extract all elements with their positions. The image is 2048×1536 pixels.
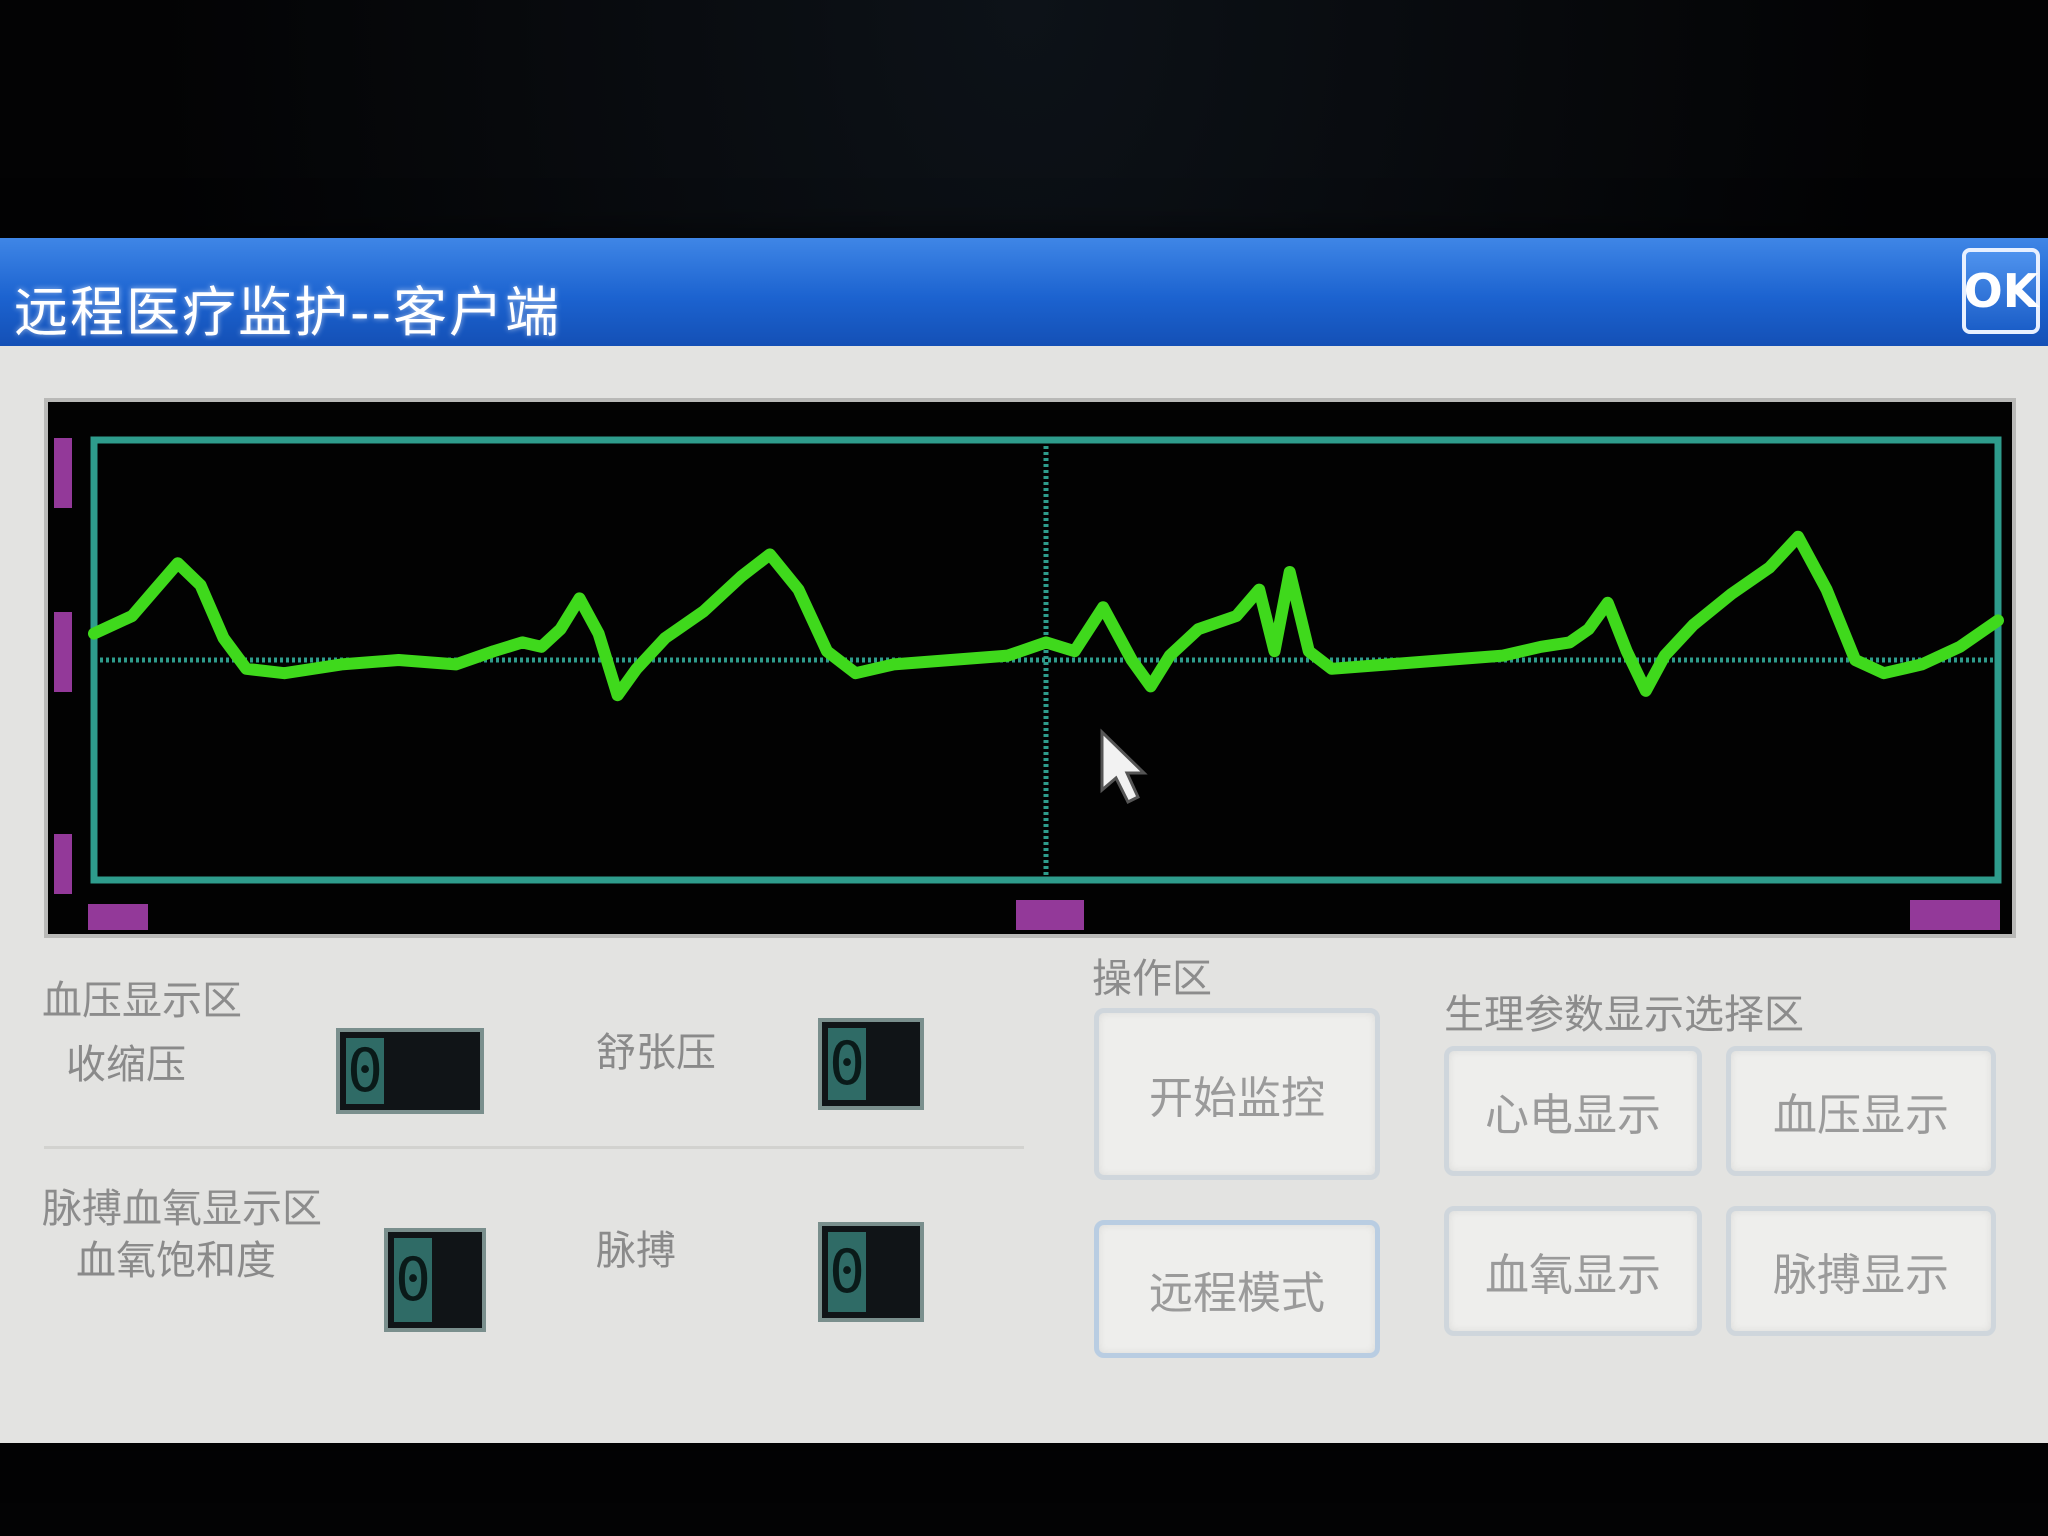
pulse-value-display: 0 — [818, 1222, 924, 1322]
axis-tick-marker — [1016, 900, 1084, 930]
window-title: 远程医疗监护--客户端 — [14, 281, 561, 344]
remote-mode-button[interactable]: 远程模式 — [1094, 1220, 1380, 1358]
bp-section-title: 血压显示区 — [42, 978, 242, 1024]
ecg-waveform-chart — [54, 436, 2004, 930]
start-monitoring-button[interactable]: 开始监控 — [1094, 1008, 1380, 1180]
axis-tick-marker — [1910, 900, 2000, 930]
diastolic-value-display: 0 — [818, 1018, 924, 1110]
diastolic-value: 0 — [828, 1028, 866, 1100]
app-window: 远程医疗监护--客户端 OK 血压显示区 收缩压 0 舒张压 0 脉搏血氧显示区… — [0, 238, 2048, 1443]
screen-frame: 远程医疗监护--客户端 OK 血压显示区 收缩压 0 舒张压 0 脉搏血氧显示区… — [0, 0, 2048, 1536]
axis-tick-marker — [88, 904, 148, 930]
axis-tick-marker — [54, 438, 72, 508]
systolic-value-display: 0 — [336, 1028, 484, 1114]
spo2-section-title: 脉搏血氧显示区 — [42, 1186, 322, 1232]
axis-tick-marker — [54, 834, 72, 894]
ecg-waveform-panel — [44, 398, 2016, 938]
operation-section-title: 操作区 — [1092, 956, 1212, 1002]
axis-tick-marker — [54, 612, 72, 692]
spo2-value: 0 — [394, 1238, 432, 1322]
spo2-value-display: 0 — [384, 1228, 486, 1332]
pulse-label: 脉搏 — [596, 1228, 676, 1274]
mouse-cursor-icon — [1100, 728, 1148, 805]
param-section-title: 生理参数显示选择区 — [1444, 992, 1804, 1038]
ok-button[interactable]: OK — [1962, 248, 2040, 334]
section-divider — [44, 1146, 1024, 1149]
bp-display-button[interactable]: 血压显示 — [1726, 1046, 1996, 1176]
title-bar: 远程医疗监护--客户端 OK — [0, 238, 2048, 346]
systolic-label: 收缩压 — [66, 1042, 186, 1088]
systolic-value: 0 — [346, 1036, 384, 1106]
pulse-value: 0 — [828, 1232, 866, 1312]
ecg-display-button[interactable]: 心电显示 — [1444, 1046, 1702, 1176]
spo2-display-button[interactable]: 血氧显示 — [1444, 1206, 1702, 1336]
spo2-label: 血氧饱和度 — [76, 1238, 276, 1284]
diastolic-label: 舒张压 — [596, 1030, 716, 1076]
pulse-display-button[interactable]: 脉搏显示 — [1726, 1206, 1996, 1336]
